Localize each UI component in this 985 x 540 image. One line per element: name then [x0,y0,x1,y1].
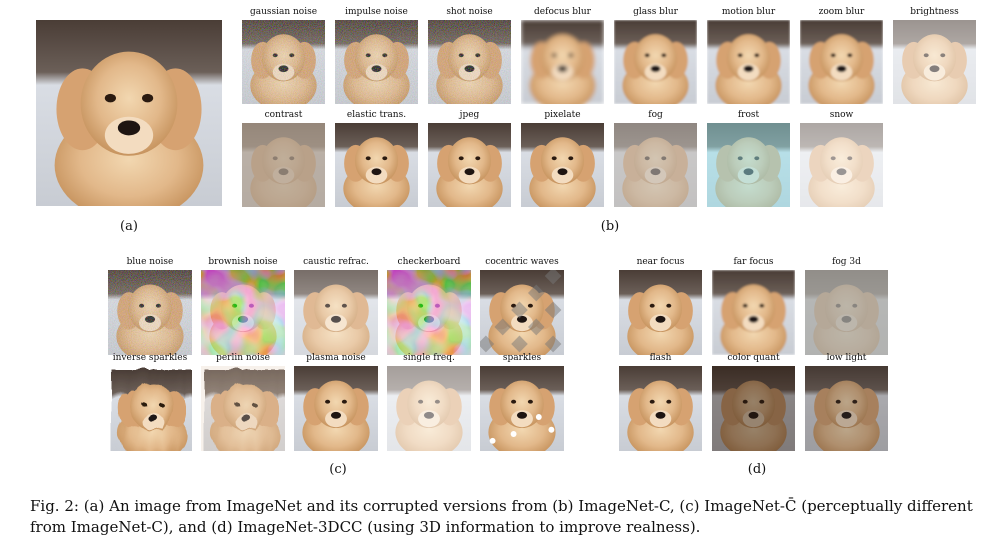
label-far-focus: far focus [733,257,774,267]
image-far-focus [712,270,795,355]
label-brightness: brightness [910,7,959,17]
image-pixelate [521,123,604,207]
label-shot-noise: shot noise [446,7,493,17]
label-snow: snow [829,110,854,120]
label-inverse-sparkles: inverse sparkles [112,353,188,363]
image-cocentric-waves [480,270,564,355]
image-brownish-noise [201,270,285,355]
label-pixelate: pixelate [544,110,581,120]
panel-b-subcaption: (b) [600,219,620,234]
label-elastic-trans: elastic trans. [346,110,407,120]
image-sparkles [480,366,564,451]
label-single-freq: single freq. [403,353,455,363]
panel-d-subcaption: (d) [747,462,767,477]
image-snow [800,123,883,207]
image-impulse-noise [335,20,418,104]
label-flash: flash [649,353,672,363]
image-low-light [805,366,888,451]
image-caustic-refrac [294,270,378,355]
panel-a-subcaption: (a) [120,219,138,234]
label-motion-blur: motion blur [721,7,776,17]
image-contrast [242,123,325,207]
label-plasma-noise: plasma noise [306,353,366,363]
image-single-freq [387,366,471,451]
image-fog-3d [805,270,888,355]
image-blue-noise [108,270,192,355]
label-blue-noise: blue noise [126,257,174,267]
image-motion-blur [707,20,790,104]
label-zoom-blur: zoom blur [818,7,865,17]
image-shot-noise [428,20,511,104]
image-color-quant [712,366,795,451]
image-perlin-noise [201,366,285,451]
label-jpeg: jpeg [459,110,480,120]
main-dog-image [36,20,222,206]
image-fog [614,123,697,207]
label-fog-3d: fog 3d [832,257,861,267]
label-defocus-blur: defocus blur [534,7,591,17]
label-frost: frost [737,110,760,120]
label-checkerboard: checkerboard [397,257,461,267]
label-impulse-noise: impulse noise [345,7,408,17]
image-plasma-noise [294,366,378,451]
image-near-focus [619,270,702,355]
label-perlin-noise: perlin noise [216,353,270,363]
figure-caption: Fig. 2: (a) An image from ImageNet and i… [30,497,973,536]
panel-c-subcaption: (c) [329,462,347,477]
label-cocentric-waves: cocentric waves [485,257,559,267]
label-color-quant: color quant [727,353,780,363]
label-gaussian-noise: gaussian noise [249,7,318,17]
image-jpeg [428,123,511,207]
image-brightness [893,20,976,104]
image-checkerboard [387,270,471,355]
label-contrast: contrast [264,110,303,120]
label-brownish-noise: brownish noise [208,257,278,267]
label-near-focus: near focus [636,257,685,267]
image-gaussian-noise [242,20,325,104]
label-sparkles: sparkles [502,353,542,363]
image-elastic-trans [335,123,418,207]
image-frost [707,123,790,207]
image-flash [619,366,702,451]
image-glass-blur [614,20,697,104]
label-low-light: low light [826,353,867,363]
label-fog: fog [648,110,663,120]
image-zoom-blur [800,20,883,104]
image-inverse-sparkles [108,366,192,451]
label-glass-blur: glass blur [633,7,678,17]
image-defocus-blur [521,20,604,104]
label-caustic-refrac: caustic refrac. [303,257,369,267]
